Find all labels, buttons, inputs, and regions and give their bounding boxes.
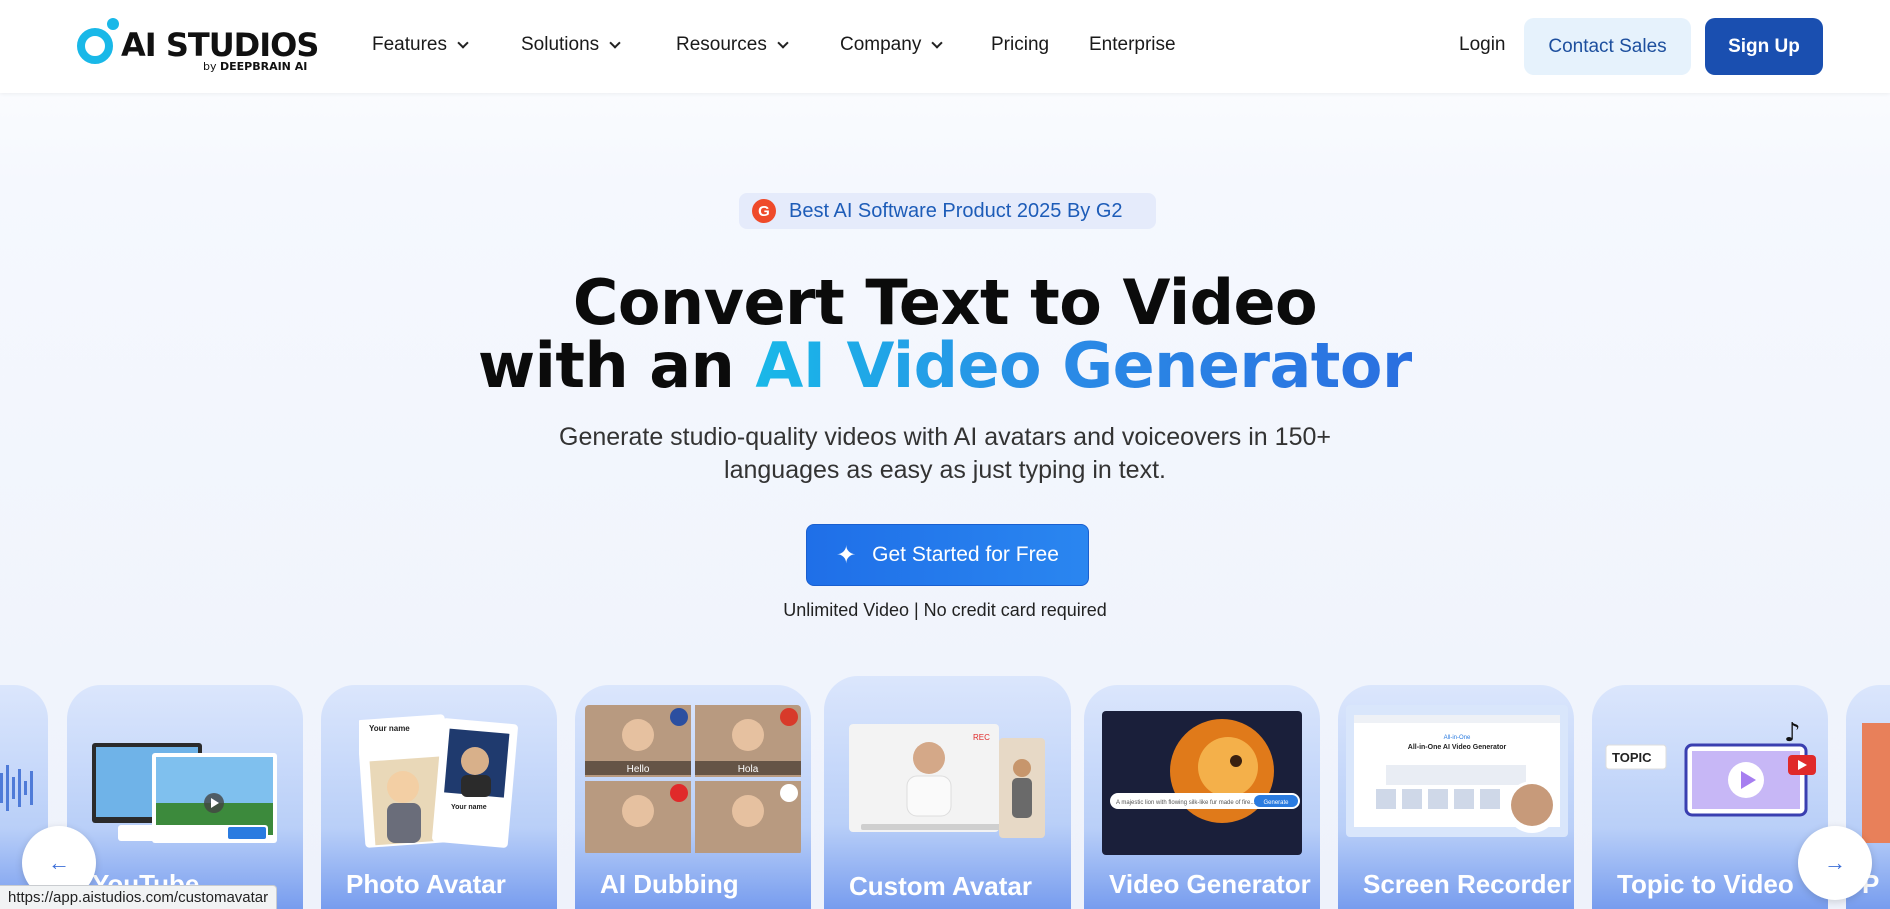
feature-card-custom-avatar[interactable]: REC Custom Avatar: [824, 676, 1071, 909]
arrow-left-icon: ←: [48, 850, 70, 875]
logo-dot-icon: [107, 18, 119, 30]
feature-card-photo-avatar[interactable]: Your name Your name Photo Avatar: [321, 685, 557, 909]
hero-title-highlight: AI Video Generator: [755, 329, 1413, 402]
screen-title-text: All-in-One AI Video Generator: [1408, 744, 1507, 751]
rec-indicator: REC: [973, 733, 990, 742]
svg-text:All-in-One: All-in-One: [1444, 735, 1471, 741]
svg-text:♪: ♪: [1784, 718, 1801, 748]
caption-text: Hello: [627, 764, 650, 775]
nav-features[interactable]: Features: [372, 34, 469, 56]
get-started-button[interactable]: ✦ Get Started for Free: [806, 524, 1089, 586]
youtube-thumbnail-image: [92, 743, 277, 843]
hero-subtitle-line1: Generate studio-quality videos with AI a…: [559, 423, 1331, 451]
feature-card-ai-dubbing[interactable]: Hello Hola AI Dubbing: [575, 685, 811, 909]
arrow-right-icon: →: [1824, 850, 1846, 875]
card-label: Video Generator: [1109, 869, 1311, 899]
card-label: Custom Avatar: [849, 871, 1033, 901]
thumb-name-text: Your name: [369, 724, 410, 733]
hero-title-line2: with an AI Video Generator: [477, 329, 1413, 402]
g2-award-badge: G Best AI Software Product 2025 By G2: [739, 193, 1156, 229]
card-label: AI Dubbing: [600, 869, 739, 899]
nav-pricing[interactable]: Pricing: [991, 34, 1049, 56]
card-label: Topic to Video: [1617, 869, 1794, 899]
feature-card-screen-recorder[interactable]: All-in-One All-in-One AI Video Generator…: [1338, 685, 1574, 909]
logo-ring-icon: [77, 28, 113, 64]
nav-resources[interactable]: Resources: [676, 34, 789, 56]
custom-avatar-image: REC: [849, 724, 1045, 838]
card-label: Photo Avatar: [346, 869, 506, 899]
logo-text: AI STUDIOS: [121, 26, 319, 64]
g2-logo-icon: G: [752, 199, 776, 223]
generate-button-text: Generate: [1263, 800, 1289, 806]
sparkle-icon: ✦: [836, 541, 857, 569]
logo-subtext: by DEEPBRAIN AI: [203, 60, 308, 73]
chevron-down-icon: [609, 37, 621, 49]
topic-tag-text: TOPIC: [1612, 750, 1652, 765]
hero-subtitle-line2: languages as easy as just typing in text…: [724, 456, 1166, 484]
card-label: Screen Recorder: [1363, 869, 1572, 899]
feature-card-video-generator[interactable]: A majestic lion with flowing silk-like f…: [1084, 685, 1320, 909]
screen-recorder-image: All-in-One All-in-One AI Video Generator: [1346, 705, 1568, 837]
nav-enterprise[interactable]: Enterprise: [1089, 34, 1176, 56]
lion-fire-image: A majestic lion with flowing silk-like f…: [1102, 711, 1302, 855]
contact-sales-button[interactable]: Contact Sales: [1524, 18, 1691, 75]
nav-company[interactable]: Company: [840, 34, 943, 56]
chevron-down-icon: [931, 37, 943, 49]
caption-text: Hola: [738, 764, 759, 775]
browser-status-url: https://app.aistudios.com/customavatar: [0, 885, 278, 909]
chevron-down-icon: [777, 37, 789, 49]
card-thumbnail: [1862, 723, 1890, 843]
nav-solutions[interactable]: Solutions: [521, 34, 621, 56]
photo-avatar-image: Your name Your name: [359, 714, 518, 848]
thumb-name-text: Your name: [451, 804, 487, 811]
cta-note: Unlimited Video | No credit card require…: [783, 600, 1107, 620]
ai-studios-logo[interactable]: AI STUDIOS by DEEPBRAIN AI: [77, 18, 319, 78]
sign-up-button[interactable]: Sign Up: [1705, 18, 1823, 75]
topic-to-video-image: TOPIC ♪: [1605, 718, 1816, 817]
waveform-icon: [0, 765, 33, 811]
top-nav-bar: AI STUDIOS by DEEPBRAIN AI Features Solu…: [0, 0, 1890, 93]
chevron-down-icon: [457, 37, 469, 49]
feature-card-youtube[interactable]: YouTube: [67, 685, 303, 909]
feature-card-topic-to-video[interactable]: TOPIC ♪ Topic to Video: [1592, 685, 1828, 909]
badge-text: Best AI Software Product 2025 By G2: [789, 199, 1123, 222]
carousel-next-button[interactable]: →: [1798, 826, 1872, 900]
login-link[interactable]: Login: [1459, 34, 1506, 56]
prompt-text: A majestic lion with flowing silk-like f…: [1116, 800, 1256, 806]
ai-dubbing-grid-image: Hello Hola: [585, 705, 801, 853]
